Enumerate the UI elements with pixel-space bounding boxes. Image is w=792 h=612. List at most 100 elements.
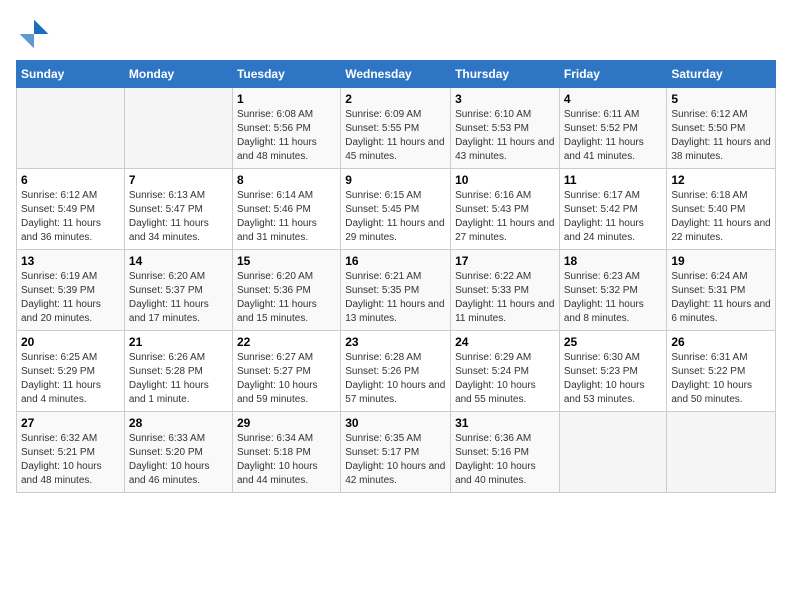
calendar-cell: 12 Sunrise: 6:18 AM Sunset: 5:40 PM Dayli… [667,169,776,250]
day-number: 21 [129,335,228,349]
day-number: 3 [455,92,555,106]
calendar-week-5: 27 Sunrise: 6:32 AM Sunset: 5:21 PM Dayli… [17,412,776,493]
calendar-cell: 20 Sunrise: 6:25 AM Sunset: 5:29 PM Dayli… [17,331,125,412]
calendar-cell: 10Sunrise: 6:16 AM Sunset: 5:43 PM Dayli… [451,169,560,250]
column-header-tuesday: Tuesday [232,61,340,88]
day-info: Sunrise: 6:24 AM Sunset: 5:31 PM Dayligh… [671,270,771,326]
day-number: 14 [129,254,228,268]
calendar-cell: 18 Sunrise: 6:23 AM Sunset: 5:32 PM Dayli… [559,250,667,331]
calendar-cell: 17 Sunrise: 6:22 AM Sunset: 5:33 PM Dayli… [451,250,560,331]
day-number: 16 [345,254,446,268]
day-number: 15 [237,254,336,268]
day-number: 5 [671,92,771,106]
calendar-cell: 7Sunrise: 6:13 AM Sunset: 5:47 PM Daylig… [124,169,232,250]
day-number: 4 [564,92,663,106]
calendar-cell: 5 Sunrise: 6:12 AM Sunset: 5:50 PM Daylig… [667,88,776,169]
day-info: Sunrise: 6:23 AM Sunset: 5:32 PM Dayligh… [564,270,663,326]
calendar-cell: 19 Sunrise: 6:24 AM Sunset: 5:31 PM Dayli… [667,250,776,331]
calendar-cell: 2 Sunrise: 6:09 AM Sunset: 5:55 PM Daylig… [341,88,451,169]
day-info: Sunrise: 6:21 AM Sunset: 5:35 PM Dayligh… [345,270,446,326]
day-number: 10 [455,173,555,187]
day-number: 18 [564,254,663,268]
calendar-cell: 31Sunrise: 6:36 AM Sunset: 5:16 PM Dayli… [451,412,560,493]
day-info: Sunrise: 6:09 AM Sunset: 5:55 PM Dayligh… [345,108,446,164]
page-header [16,16,776,52]
logo-icon [16,16,52,52]
day-info: Sunrise: 6:14 AM Sunset: 5:46 PM Dayligh… [237,189,336,245]
calendar-cell: 11 Sunrise: 6:17 AM Sunset: 5:42 PM Dayli… [559,169,667,250]
calendar-table: SundayMondayTuesdayWednesdayThursdayFrid… [16,60,776,493]
column-header-friday: Friday [559,61,667,88]
column-header-wednesday: Wednesday [341,61,451,88]
day-number: 2 [345,92,446,106]
day-number: 13 [21,254,120,268]
calendar-cell: 6Sunrise: 6:12 AM Sunset: 5:49 PM Daylig… [17,169,125,250]
calendar-cell: 24Sunrise: 6:29 AM Sunset: 5:24 PM Dayli… [451,331,560,412]
day-info: Sunrise: 6:25 AM Sunset: 5:29 PM Dayligh… [21,351,120,407]
calendar-cell: 15Sunrise: 6:20 AM Sunset: 5:36 PM Dayli… [232,250,340,331]
day-info: Sunrise: 6:32 AM Sunset: 5:21 PM Dayligh… [21,432,120,488]
calendar-week-2: 6Sunrise: 6:12 AM Sunset: 5:49 PM Daylig… [17,169,776,250]
day-number: 1 [237,92,336,106]
day-number: 26 [671,335,771,349]
day-number: 20 [21,335,120,349]
calendar-cell [559,412,667,493]
day-number: 30 [345,416,446,430]
day-number: 12 [671,173,771,187]
calendar-cell: 9 Sunrise: 6:15 AM Sunset: 5:45 PM Daylig… [341,169,451,250]
day-number: 8 [237,173,336,187]
day-number: 27 [21,416,120,430]
calendar-cell: 8 Sunrise: 6:14 AM Sunset: 5:46 PM Daylig… [232,169,340,250]
day-number: 29 [237,416,336,430]
day-number: 23 [345,335,446,349]
day-info: Sunrise: 6:35 AM Sunset: 5:17 PM Dayligh… [345,432,446,488]
day-info: Sunrise: 6:26 AM Sunset: 5:28 PM Dayligh… [129,351,228,407]
calendar-cell: 28 Sunrise: 6:33 AM Sunset: 5:20 PM Dayli… [124,412,232,493]
calendar-cell: 23 Sunrise: 6:28 AM Sunset: 5:26 PM Dayli… [341,331,451,412]
day-info: Sunrise: 6:27 AM Sunset: 5:27 PM Dayligh… [237,351,336,407]
day-info: Sunrise: 6:18 AM Sunset: 5:40 PM Dayligh… [671,189,771,245]
day-number: 31 [455,416,555,430]
day-number: 28 [129,416,228,430]
logo [16,16,56,52]
calendar-cell: 21 Sunrise: 6:26 AM Sunset: 5:28 PM Dayli… [124,331,232,412]
day-info: Sunrise: 6:31 AM Sunset: 5:22 PM Dayligh… [671,351,771,407]
calendar-cell: 14 Sunrise: 6:20 AM Sunset: 5:37 PM Dayli… [124,250,232,331]
calendar-week-4: 20 Sunrise: 6:25 AM Sunset: 5:29 PM Dayli… [17,331,776,412]
day-info: Sunrise: 6:22 AM Sunset: 5:33 PM Dayligh… [455,270,555,326]
calendar-cell: 22 Sunrise: 6:27 AM Sunset: 5:27 PM Dayli… [232,331,340,412]
calendar-cell: 25 Sunrise: 6:30 AM Sunset: 5:23 PM Dayli… [559,331,667,412]
day-info: Sunrise: 6:20 AM Sunset: 5:37 PM Dayligh… [129,270,228,326]
day-info: Sunrise: 6:11 AM Sunset: 5:52 PM Dayligh… [564,108,663,164]
day-info: Sunrise: 6:34 AM Sunset: 5:18 PM Dayligh… [237,432,336,488]
day-number: 17 [455,254,555,268]
day-info: Sunrise: 6:29 AM Sunset: 5:24 PM Dayligh… [455,351,555,407]
day-info: Sunrise: 6:28 AM Sunset: 5:26 PM Dayligh… [345,351,446,407]
day-number: 22 [237,335,336,349]
calendar-cell [124,88,232,169]
column-header-thursday: Thursday [451,61,560,88]
day-info: Sunrise: 6:17 AM Sunset: 5:42 PM Dayligh… [564,189,663,245]
day-info: Sunrise: 6:12 AM Sunset: 5:49 PM Dayligh… [21,189,120,245]
day-number: 19 [671,254,771,268]
day-number: 9 [345,173,446,187]
calendar-cell: 4 Sunrise: 6:11 AM Sunset: 5:52 PM Daylig… [559,88,667,169]
calendar-cell: 3Sunrise: 6:10 AM Sunset: 5:53 PM Daylig… [451,88,560,169]
day-info: Sunrise: 6:15 AM Sunset: 5:45 PM Dayligh… [345,189,446,245]
calendar-cell: 1Sunrise: 6:08 AM Sunset: 5:56 PM Daylig… [232,88,340,169]
calendar-cell: 30 Sunrise: 6:35 AM Sunset: 5:17 PM Dayli… [341,412,451,493]
day-info: Sunrise: 6:12 AM Sunset: 5:50 PM Dayligh… [671,108,771,164]
calendar-cell [17,88,125,169]
calendar-cell: 26 Sunrise: 6:31 AM Sunset: 5:22 PM Dayli… [667,331,776,412]
column-header-monday: Monday [124,61,232,88]
day-info: Sunrise: 6:30 AM Sunset: 5:23 PM Dayligh… [564,351,663,407]
day-number: 25 [564,335,663,349]
calendar-week-3: 13 Sunrise: 6:19 AM Sunset: 5:39 PM Dayli… [17,250,776,331]
calendar-week-1: 1Sunrise: 6:08 AM Sunset: 5:56 PM Daylig… [17,88,776,169]
day-number: 11 [564,173,663,187]
calendar-cell: 27 Sunrise: 6:32 AM Sunset: 5:21 PM Dayli… [17,412,125,493]
day-info: Sunrise: 6:19 AM Sunset: 5:39 PM Dayligh… [21,270,120,326]
calendar-cell [667,412,776,493]
day-info: Sunrise: 6:33 AM Sunset: 5:20 PM Dayligh… [129,432,228,488]
column-header-saturday: Saturday [667,61,776,88]
